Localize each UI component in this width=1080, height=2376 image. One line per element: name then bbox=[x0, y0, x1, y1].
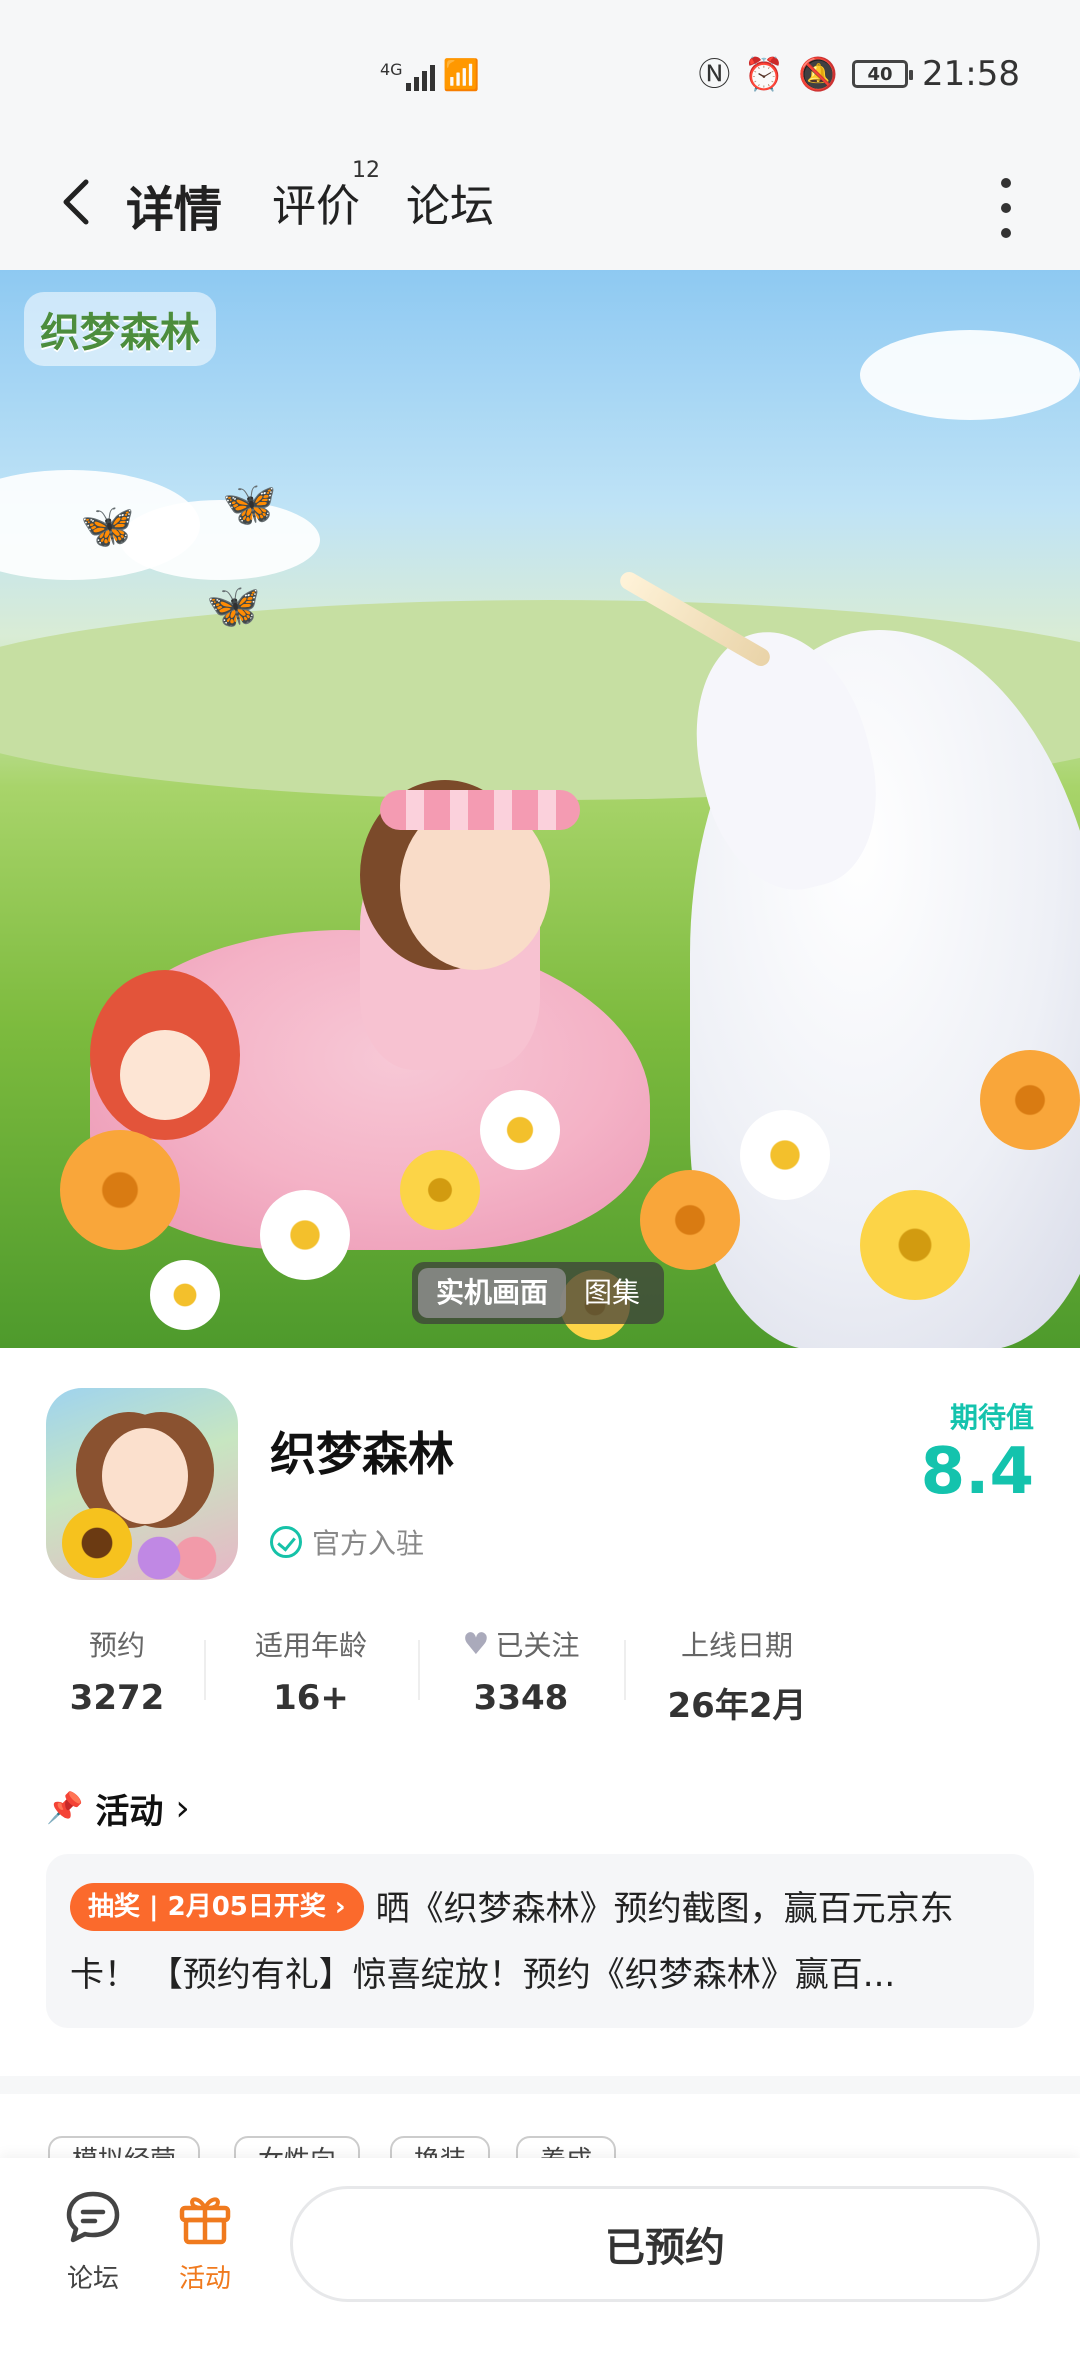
cloud-decoration bbox=[860, 330, 1080, 420]
tag-chip[interactable]: 女性向 bbox=[234, 2136, 361, 2158]
reserved-label: 已预约 bbox=[605, 2225, 725, 2271]
flower-decoration bbox=[640, 1170, 740, 1270]
tags-row: 模拟经营 女性向 换装 养成 bbox=[0, 2094, 1080, 2158]
nfc-icon: Ⓝ bbox=[698, 55, 731, 93]
tab-forum[interactable]: 论坛 bbox=[406, 170, 494, 234]
activity-header[interactable]: 📌 活动 › bbox=[46, 1784, 190, 1833]
chevron-right-icon: › bbox=[175, 1788, 190, 1829]
bottom-activity-button[interactable]: 活动 bbox=[160, 2188, 250, 2295]
stat-value: 26年2月 bbox=[667, 1686, 807, 1726]
media-toggle: 实机画面 图集 bbox=[412, 1262, 665, 1324]
activity-content: 抽奖 | 2月05日开奖 › 晒《织梦森林》预约截图，赢百元京东卡！ 【预约有礼】… bbox=[70, 1876, 1010, 2008]
stat-launch-date: 上线日期 26年2月 bbox=[642, 1624, 832, 1727]
game-info-section: 织梦森林 官方入驻 期待值 8.4 预约 3272 适用年龄 16+ ♥ 已关注… bbox=[0, 1348, 1080, 2076]
activity-card[interactable]: 抽奖 | 2月05日开奖 › 晒《织梦森林》预约截图，赢百元京东卡！ 【预约有礼】… bbox=[46, 1854, 1034, 2028]
battery-icon: 40 bbox=[852, 60, 914, 88]
stat-label: 预约 bbox=[88, 1629, 145, 1662]
tab-detail[interactable]: 详情 bbox=[120, 170, 229, 240]
expectation-score[interactable]: 期待值 8.4 bbox=[921, 1396, 1034, 1504]
flower-decoration bbox=[400, 1150, 480, 1230]
back-arrow-icon bbox=[63, 179, 89, 225]
clock: 21:58 bbox=[922, 54, 1020, 94]
flower-decoration bbox=[60, 1130, 180, 1250]
heart-icon: ♥ bbox=[462, 1626, 490, 1662]
more-dot-icon bbox=[1001, 228, 1011, 238]
cellular-signal-icon: 4G bbox=[380, 60, 435, 91]
stat-label-row: ♥ 已关注 bbox=[426, 1624, 616, 1664]
cloud-decoration bbox=[120, 500, 320, 580]
app-name: 织梦森林 bbox=[270, 1427, 454, 1481]
hero-banner[interactable]: 织梦森林 🦋 🦋 🦋 实机画面 图集 bbox=[0, 270, 1080, 1348]
flower-decoration bbox=[480, 1090, 560, 1170]
sunflower-icon bbox=[62, 1508, 132, 1578]
media-option-gallery[interactable]: 图集 bbox=[566, 1268, 658, 1318]
official-label: 官方入驻 bbox=[312, 1527, 425, 1560]
butterfly-icon: 🦋 bbox=[206, 581, 261, 632]
flower-decoration bbox=[260, 1190, 350, 1280]
activity-label: 活动 bbox=[178, 2264, 231, 2294]
stat-value: 16+ bbox=[273, 1678, 349, 1718]
official-badge[interactable]: 官方入驻 bbox=[270, 1522, 424, 1562]
flower-crown-illustration bbox=[380, 790, 580, 830]
flower-decoration bbox=[740, 1110, 830, 1200]
mute-bell-icon: 🔕 bbox=[798, 55, 839, 93]
stat-divider bbox=[204, 1640, 206, 1700]
flower-decoration bbox=[150, 1260, 220, 1330]
stat-divider bbox=[418, 1640, 420, 1700]
stat-value: 3348 bbox=[473, 1678, 569, 1718]
stat-label: 上线日期 bbox=[680, 1629, 793, 1662]
review-count: 12 bbox=[352, 158, 380, 183]
bottom-forum-button[interactable]: 论坛 bbox=[48, 2188, 138, 2295]
flower-decoration bbox=[860, 1190, 970, 1300]
stat-label: 适用年龄 bbox=[254, 1629, 367, 1662]
forum-chat-icon bbox=[63, 2188, 123, 2248]
tab-reviews-label: 评价 bbox=[272, 181, 360, 232]
stat-followers[interactable]: ♥ 已关注 3348 bbox=[426, 1624, 616, 1719]
expectation-value: 8.4 bbox=[920, 1435, 1034, 1509]
game-logo: 织梦森林 bbox=[24, 292, 216, 366]
stat-value: 3272 bbox=[69, 1678, 165, 1718]
tab-reviews[interactable]: 评价 12 bbox=[272, 158, 380, 234]
lottery-badge[interactable]: 抽奖 | 2月05日开奖 › bbox=[70, 1882, 364, 1931]
butterfly-icon: 🦋 bbox=[222, 479, 277, 530]
butterfly-icon: 🦋 bbox=[80, 501, 135, 552]
back-button[interactable] bbox=[50, 172, 110, 232]
stats-row: 预约 3272 适用年龄 16+ ♥ 已关注 3348 上线日期 26年2月 bbox=[46, 1624, 1026, 1734]
gift-icon bbox=[175, 2188, 235, 2248]
forum-label: 论坛 bbox=[66, 2264, 119, 2294]
activity-title: 活动 bbox=[95, 1792, 164, 1832]
wifi-icon: 📶 bbox=[442, 58, 480, 93]
tag-chip[interactable]: 换装 bbox=[390, 2136, 491, 2158]
tab-forum-label: 论坛 bbox=[406, 181, 494, 232]
reserved-button[interactable]: 已预约 bbox=[290, 2186, 1040, 2302]
expectation-label: 期待值 bbox=[949, 1401, 1034, 1434]
stat-reservations: 预约 3272 bbox=[22, 1624, 212, 1718]
stat-label: 已关注 bbox=[495, 1629, 580, 1662]
tag-chip[interactable]: 养成 bbox=[516, 2136, 617, 2158]
network-indicator: 4G 📶 bbox=[380, 58, 480, 93]
icon-girl-face bbox=[102, 1428, 188, 1524]
flower-decoration bbox=[980, 1050, 1080, 1150]
more-options-button[interactable] bbox=[996, 178, 1016, 238]
more-dot-icon bbox=[1001, 178, 1011, 188]
tag-chip[interactable]: 模拟经营 bbox=[48, 2136, 201, 2158]
bottom-action-bar: 论坛 活动 已预约 bbox=[0, 2158, 1080, 2376]
stat-divider bbox=[624, 1640, 626, 1700]
pin-icon: 📌 bbox=[46, 1791, 84, 1826]
mouse-face-illustration bbox=[120, 1030, 210, 1120]
status-bar: 4G 📶 Ⓝ ⏰ 🔕 40 21:58 bbox=[0, 0, 1080, 150]
alarm-icon: ⏰ bbox=[744, 55, 785, 93]
more-dot-icon bbox=[1001, 203, 1011, 213]
stat-age-rating: 适用年龄 16+ bbox=[216, 1624, 406, 1718]
app-icon bbox=[46, 1388, 238, 1580]
top-nav: 详情 评价 12 论坛 bbox=[0, 150, 1080, 270]
verified-check-icon bbox=[270, 1526, 302, 1558]
media-option-gameplay[interactable]: 实机画面 bbox=[418, 1268, 567, 1318]
bouquet-icon bbox=[132, 1528, 222, 1580]
tab-detail-label: 详情 bbox=[126, 182, 223, 238]
